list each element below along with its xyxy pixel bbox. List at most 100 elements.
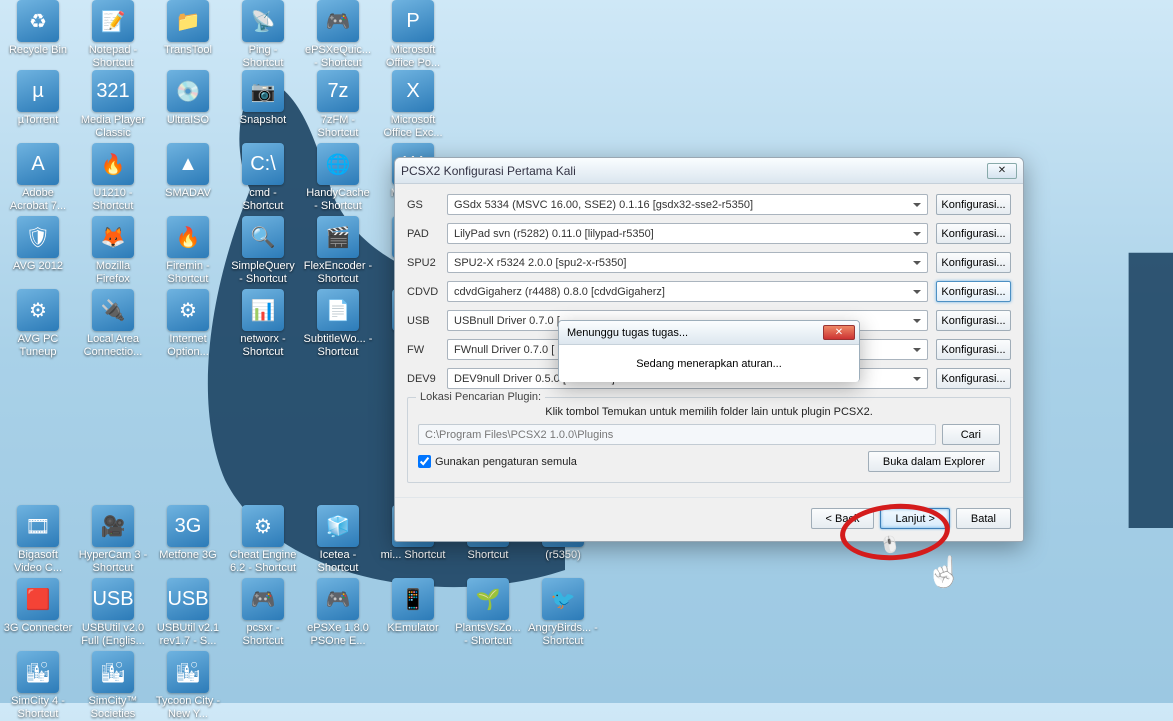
desktop-icon[interactable]: 🎞Bigasoft Video C... [3,505,73,575]
plugin-combo-pad[interactable]: LilyPad svn (r5282) 0.11.0 [lilypad-r535… [447,223,928,244]
configure-button-fw[interactable]: Konfigurasi... [936,339,1011,360]
desktop-icon[interactable]: 🏙SimCity™ Societies [78,651,148,721]
plugin-combo-cdvd[interactable]: cdvdGigaherz (r4488) 0.8.0 [cdvdGigaherz… [447,281,928,302]
configure-button-dev9[interactable]: Konfigurasi... [936,368,1011,389]
desktop-icon[interactable]: 🎮ePSXe 1.8.0 PSOne E... [303,578,373,648]
app-icon: 📄 [317,289,359,331]
plugin-label: USB [407,315,447,327]
icon-label: USBUtil v2.1 rev1.7 - S... [153,622,223,648]
plugin-label: GS [407,199,447,211]
icon-label: µTorrent [3,114,73,127]
app-icon: ▲ [167,143,209,185]
app-icon: 💿 [167,70,209,112]
app-icon: 🐦 [542,578,584,620]
app-icon: 🎮 [317,578,359,620]
open-explorer-button[interactable]: Buka dalam Explorer [868,451,1000,472]
icon-label: AngryBirds... - Shortcut [528,622,598,648]
desktop-icon[interactable]: 🔍SimpleQuery - Shortcut [228,216,298,286]
icon-label: USBUtil v2.0 Full (Englis... [78,622,148,648]
configure-button-spu2[interactable]: Konfigurasi... [936,252,1011,273]
desktop-icon[interactable]: 📡Ping - Shortcut [228,0,298,70]
desktop-icon[interactable]: 🦊Mozilla Firefox [78,216,148,286]
desktop-icon[interactable]: USBUSBUtil v2.0 Full (Englis... [78,578,148,648]
cancel-button[interactable]: Batal [956,508,1011,529]
desktop-icon[interactable]: 📊networx - Shortcut [228,289,298,359]
desktop-icon[interactable]: 🧊Icetea - Shortcut [303,505,373,575]
configure-button-usb[interactable]: Konfigurasi... [936,310,1011,331]
icon-label: cmd - Shortcut [228,187,298,213]
desktop-icon[interactable]: 🛡AVG 2012 [3,216,73,273]
icon-label: U1210 - Shortcut [78,187,148,213]
desktop-icon[interactable]: 321Media Player Classic [78,70,148,140]
desktop-icon[interactable]: ⚙AVG PC Tuneup [3,289,73,359]
configure-button-pad[interactable]: Konfigurasi... [936,223,1011,244]
plugin-path-field[interactable]: C:\Program Files\PCSX2 1.0.0\Plugins [418,424,936,445]
plugin-combo-spu2[interactable]: SPU2-X r5324 2.0.0 [spu2-x-r5350] [447,252,928,273]
progress-dialog: Menunggu tugas tugas... ✕ Sedang menerap… [558,320,860,382]
plugin-label: SPU2 [407,257,447,269]
plugin-row-cdvd: CDVD cdvdGigaherz (r4488) 0.8.0 [cdvdGig… [407,281,1011,302]
desktop-icon[interactable]: 📁TransTool [153,0,223,57]
configure-button-gs[interactable]: Konfigurasi... [936,194,1011,215]
desktop-icon[interactable]: 🎮ePSXeQuic... - Shortcut [303,0,373,70]
app-icon: C:\ [242,143,284,185]
app-icon: 📊 [242,289,284,331]
desktop-icon[interactable]: 🎥HyperCam 3 - Shortcut [78,505,148,575]
progress-close-icon[interactable]: ✕ [823,325,855,340]
icon-label: SMADAV [153,187,223,200]
desktop-icon[interactable]: ▲ SMADAV [153,143,223,200]
configure-button-cdvd[interactable]: Konfigurasi... [936,281,1011,302]
close-icon[interactable]: ✕ [987,163,1017,179]
desktop-icon[interactable]: 🔥Firemin - Shortcut [153,216,223,286]
desktop-icon[interactable]: 🐦AngryBirds... - Shortcut [528,578,598,648]
desktop-icon[interactable]: 🔥U1210 - Shortcut [78,143,148,213]
app-icon: 📷 [242,70,284,112]
app-icon: 7z [317,70,359,112]
desktop-icon[interactable]: 3GMetfone 3G [153,505,223,562]
app-icon: ⚙ [167,289,209,331]
desktop-icon[interactable]: µ µTorrent [3,70,73,127]
desktop-icon[interactable]: C:\cmd - Shortcut [228,143,298,213]
back-button[interactable]: < Back [811,508,875,529]
desktop-icon[interactable]: USBUSBUtil v2.1 rev1.7 - S... [153,578,223,648]
desktop-icon[interactable]: 📱KEmulator [378,578,448,635]
desktop-icon[interactable]: 🌐HandyCache - Shortcut [303,143,373,213]
icon-label: PlantsVsZo... - Shortcut [453,622,523,648]
desktop-icon[interactable]: 7z7zFM - Shortcut [303,70,373,140]
icon-label: AVG 2012 [3,260,73,273]
icon-label: Media Player Classic [78,114,148,140]
desktop-icon[interactable]: XMicrosoft Office Exc... [378,70,448,140]
desktop-icon[interactable]: 💿UltraISO [153,70,223,127]
use-default-checkbox[interactable]: Gunakan pengaturan semula [418,455,862,468]
icon-label: HyperCam 3 - Shortcut [78,549,148,575]
plugin-label: DEV9 [407,373,447,385]
desktop-icon[interactable]: 🏙SimCity 4 - Shortcut [3,651,73,721]
icon-label: Bigasoft Video C... [3,549,73,575]
use-default-label: Gunakan pengaturan semula [435,456,577,468]
desktop-icon[interactable]: 🟥3G Connecter [3,578,73,635]
progress-titlebar[interactable]: Menunggu tugas tugas... ✕ [559,321,859,345]
plugin-row-gs: GS GSdx 5334 (MSVC 16.00, SSE2) 0.1.16 [… [407,194,1011,215]
app-icon: 📡 [242,0,284,42]
plugin-combo-gs[interactable]: GSdx 5334 (MSVC 16.00, SSE2) 0.1.16 [gsd… [447,194,928,215]
next-button[interactable]: Lanjut > [880,508,949,529]
desktop-icon[interactable]: ♻Recycle Bin [3,0,73,57]
dialog-titlebar[interactable]: PCSX2 Konfigurasi Pertama Kali ✕ [395,158,1023,184]
use-default-input[interactable] [418,455,431,468]
desktop-icon[interactable]: 📝Notepad - Shortcut [78,0,148,70]
dialog-footer: < Back Lanjut > Batal [395,497,1023,541]
desktop-icon[interactable]: 🏙Tycoon City - New Y... [153,651,223,721]
desktop-icon[interactable]: 🌱PlantsVsZo... - Shortcut [453,578,523,648]
desktop-icon[interactable]: 🎬FlexEncoder - Shortcut [303,216,373,286]
desktop-icon[interactable]: 🎮pcsxr - Shortcut [228,578,298,648]
search-button[interactable]: Cari [942,424,1000,445]
icon-label: Microsoft Office Po... [378,44,448,70]
desktop-icon[interactable]: PMicrosoft Office Po... [378,0,448,70]
desktop-icon[interactable]: ⚙Cheat Engine 6.2 - Shortcut [228,505,298,575]
desktop-icon[interactable]: 🔌Local Area Connectio... [78,289,148,359]
desktop-icon[interactable]: 📷Snapshot [228,70,298,127]
desktop-icon[interactable]: 📄SubtitleWo... - Shortcut [303,289,373,359]
app-icon: µ [17,70,59,112]
desktop-icon[interactable]: AAdobe Acrobat 7... [3,143,73,213]
desktop-icon[interactable]: ⚙Internet Option... [153,289,223,359]
